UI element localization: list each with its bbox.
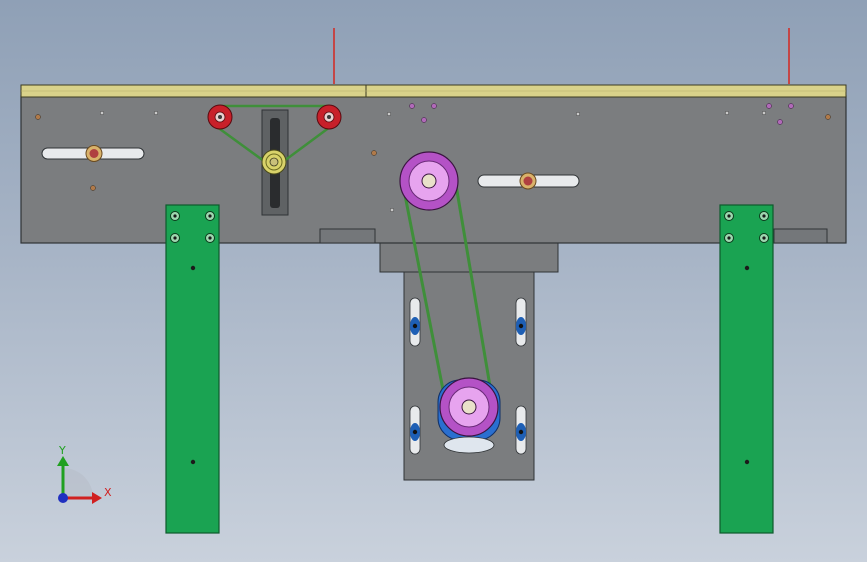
top-rail[interactable] xyxy=(20,84,847,98)
axis-label-y: Y xyxy=(58,444,66,457)
guide-rods xyxy=(333,28,790,84)
mount-slot xyxy=(515,405,527,455)
cad-viewport[interactable]: Y X xyxy=(0,0,867,562)
plate-tab-right xyxy=(773,228,828,244)
mount-slot xyxy=(515,297,527,347)
mount-slot xyxy=(409,297,421,347)
drive-pulley-lower[interactable] xyxy=(439,377,499,437)
axis-label-x: X xyxy=(104,486,112,499)
drive-pulley-upper[interactable] xyxy=(399,151,459,211)
support-leg-right[interactable] xyxy=(719,204,774,534)
plate-tab-left xyxy=(319,228,376,244)
coordinate-axes-icon: Y X xyxy=(57,444,112,504)
support-leg-left[interactable] xyxy=(165,204,220,534)
tensioner-pulley[interactable] xyxy=(261,149,287,175)
adjust-slot-left[interactable] xyxy=(41,145,145,162)
mount-slot xyxy=(409,405,421,455)
idler-wheel-left[interactable] xyxy=(207,104,233,130)
cad-model-view[interactable]: Y X xyxy=(0,0,867,562)
idler-wheel-right[interactable] xyxy=(316,104,342,130)
adjust-slot-right[interactable] xyxy=(477,172,580,190)
